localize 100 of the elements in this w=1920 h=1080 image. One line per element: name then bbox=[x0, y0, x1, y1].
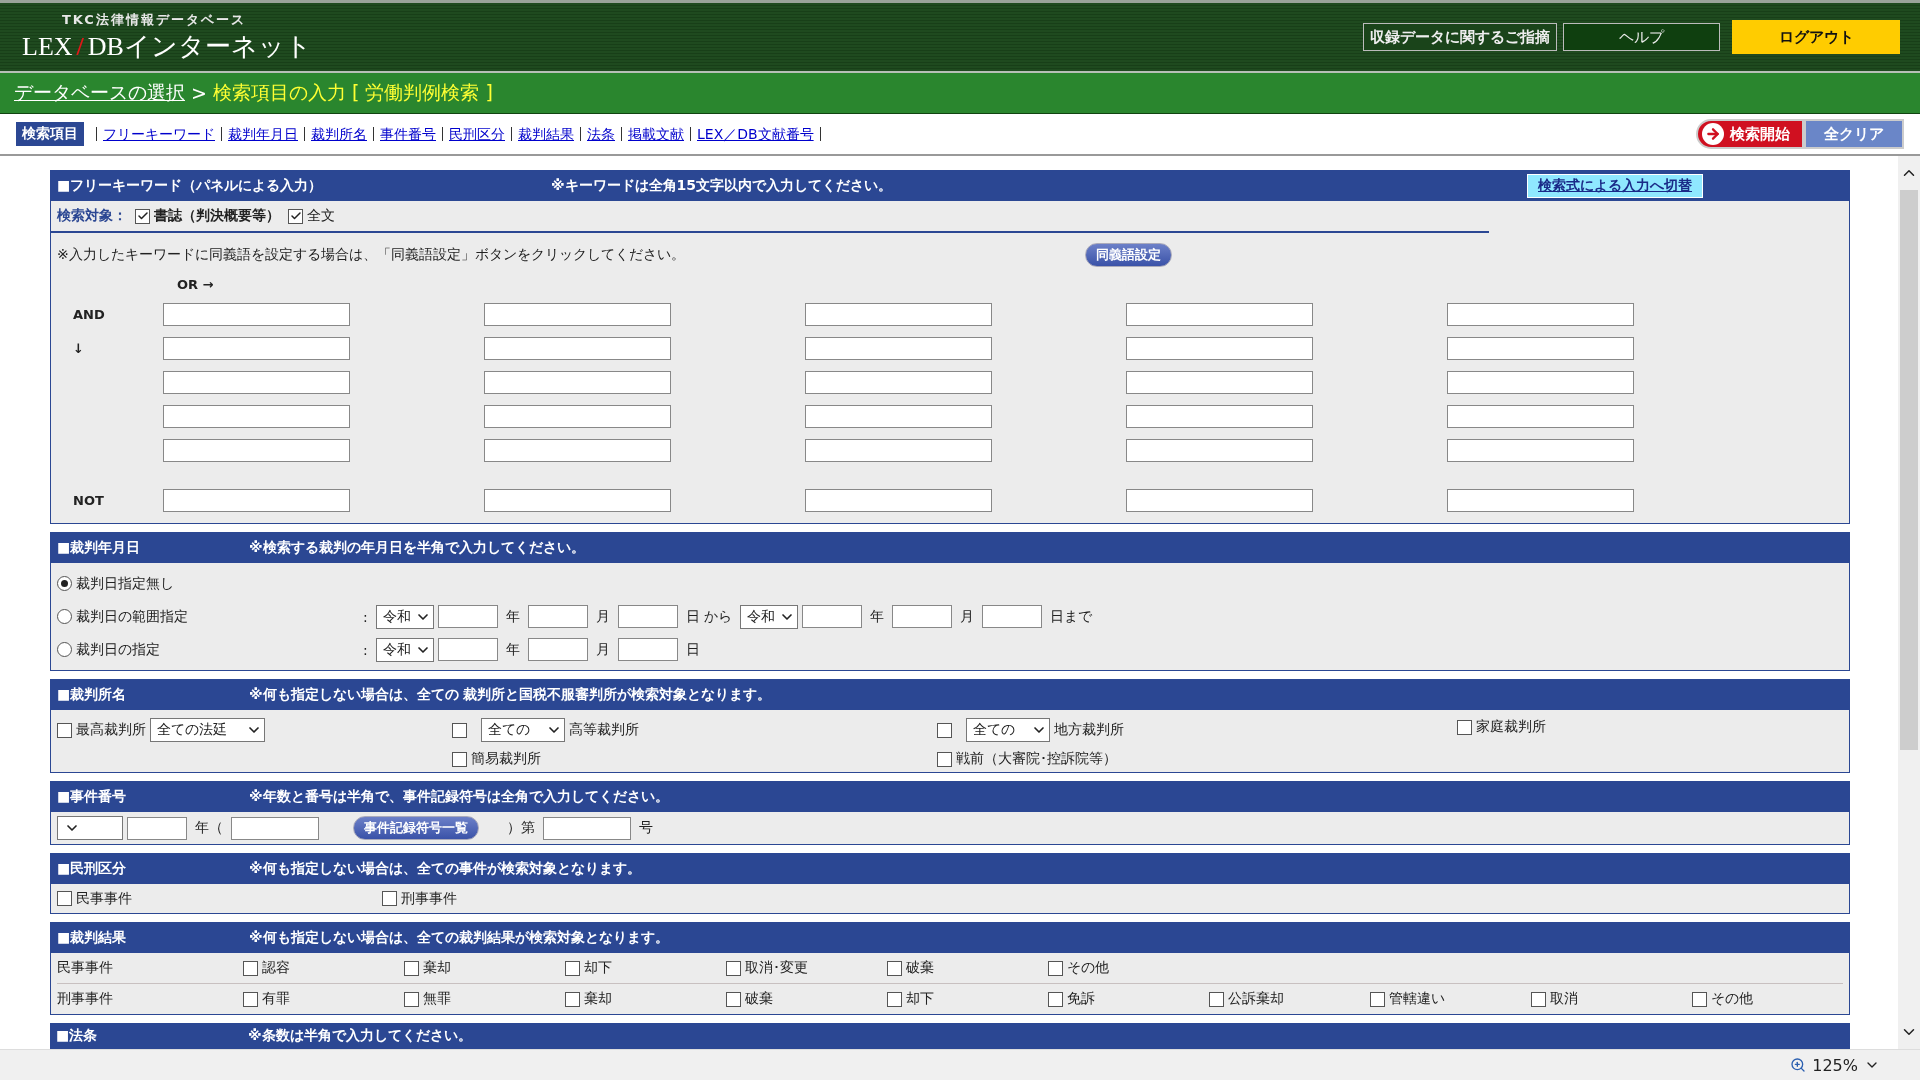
text-input[interactable] bbox=[543, 816, 631, 840]
checkbox[interactable] bbox=[726, 991, 741, 1007]
search-button[interactable]: 検索開始 bbox=[1696, 119, 1804, 149]
nav-link[interactable]: 裁判所名 bbox=[304, 127, 373, 141]
nav-link[interactable]: 裁判年月日 bbox=[221, 127, 304, 141]
checkbox[interactable] bbox=[57, 722, 72, 738]
checkbox[interactable] bbox=[1048, 991, 1063, 1007]
radio-button[interactable] bbox=[57, 609, 72, 624]
checkbox[interactable] bbox=[1048, 960, 1063, 976]
text-input[interactable] bbox=[617, 605, 678, 628]
checkbox[interactable] bbox=[1209, 991, 1224, 1007]
keyword-input[interactable] bbox=[805, 488, 992, 512]
keyword-input[interactable] bbox=[805, 302, 992, 326]
keyword-input[interactable] bbox=[484, 404, 671, 428]
checkbox[interactable] bbox=[937, 751, 952, 767]
header-button[interactable]: 収録データに関するご指摘 bbox=[1363, 23, 1557, 51]
case-code-list-button[interactable]: 事件記録符号一覧 bbox=[353, 816, 479, 840]
checkbox[interactable] bbox=[382, 891, 397, 906]
text-input[interactable] bbox=[527, 605, 588, 628]
keyword-input[interactable] bbox=[1447, 302, 1634, 326]
keyword-input[interactable] bbox=[1126, 438, 1313, 462]
text-input[interactable] bbox=[982, 605, 1043, 628]
keyword-input[interactable] bbox=[1447, 404, 1634, 428]
keyword-input[interactable] bbox=[1126, 488, 1313, 512]
text-input[interactable] bbox=[527, 638, 588, 661]
text-input[interactable] bbox=[437, 638, 498, 661]
checkbox[interactable] bbox=[243, 960, 258, 976]
keyword-input[interactable] bbox=[163, 404, 350, 428]
checkbox[interactable] bbox=[135, 208, 150, 224]
checkbox[interactable] bbox=[404, 991, 419, 1007]
dropdown[interactable]: 令和 bbox=[740, 604, 799, 629]
radio-button[interactable] bbox=[57, 576, 72, 591]
checkbox[interactable] bbox=[1692, 991, 1707, 1007]
keyword-input[interactable] bbox=[163, 302, 350, 326]
nav-link[interactable]: 掲載文献 bbox=[621, 127, 690, 141]
synonym-button[interactable]: 同義語設定 bbox=[1085, 243, 1172, 267]
keyword-input[interactable] bbox=[805, 370, 992, 394]
switch-input-button[interactable]: 検索式による入力へ切替 bbox=[1527, 174, 1703, 198]
keyword-input[interactable] bbox=[1126, 302, 1313, 326]
keyword-input[interactable] bbox=[1126, 370, 1313, 394]
checkbox[interactable] bbox=[565, 991, 580, 1007]
text-input[interactable] bbox=[892, 605, 953, 628]
keyword-input[interactable] bbox=[805, 336, 992, 360]
dropdown[interactable] bbox=[57, 816, 123, 840]
dropdown[interactable]: 全ての bbox=[481, 718, 565, 742]
keyword-input[interactable] bbox=[163, 488, 350, 512]
checkbox[interactable] bbox=[57, 891, 72, 906]
keyword-input[interactable] bbox=[805, 438, 992, 462]
nav-link[interactable]: LEX／DB文献番号 bbox=[690, 127, 820, 141]
checkbox[interactable] bbox=[726, 960, 741, 976]
keyword-input[interactable] bbox=[1447, 438, 1634, 462]
checkbox[interactable] bbox=[404, 960, 419, 976]
keyword-input[interactable] bbox=[163, 336, 350, 360]
scroll-thumb[interactable] bbox=[1900, 190, 1918, 750]
keyword-input[interactable] bbox=[484, 438, 671, 462]
checkbox[interactable] bbox=[1370, 991, 1385, 1007]
checkbox[interactable] bbox=[887, 991, 902, 1007]
nav-link[interactable]: フリーキーワード bbox=[96, 127, 221, 141]
checkbox-label: 公訴棄却 bbox=[1228, 990, 1284, 1008]
text-input[interactable] bbox=[802, 605, 863, 628]
checkbox[interactable] bbox=[1457, 719, 1472, 735]
text-input[interactable] bbox=[437, 605, 498, 628]
text-input[interactable] bbox=[231, 816, 319, 840]
dropdown[interactable]: 令和 bbox=[375, 637, 434, 662]
checkbox[interactable] bbox=[288, 208, 303, 224]
keyword-input[interactable] bbox=[163, 370, 350, 394]
text-input[interactable] bbox=[127, 816, 187, 840]
dropdown[interactable]: 全ての法廷 bbox=[150, 718, 265, 742]
keyword-input[interactable] bbox=[1447, 370, 1634, 394]
checkbox[interactable] bbox=[243, 991, 258, 1007]
zoom-level[interactable]: 125% bbox=[1812, 1055, 1858, 1075]
checkbox[interactable] bbox=[1531, 991, 1546, 1007]
checkbox[interactable] bbox=[452, 751, 467, 767]
text-input[interactable] bbox=[617, 638, 678, 661]
nav-link[interactable]: 法条 bbox=[580, 127, 621, 141]
nav-link[interactable]: 民刑区分 bbox=[442, 127, 511, 141]
keyword-input[interactable] bbox=[805, 404, 992, 428]
checkbox[interactable] bbox=[452, 722, 467, 738]
keyword-input[interactable] bbox=[1126, 336, 1313, 360]
checkbox[interactable] bbox=[565, 960, 580, 976]
checkbox[interactable] bbox=[887, 960, 902, 976]
keyword-input[interactable] bbox=[484, 336, 671, 360]
keyword-input[interactable] bbox=[484, 370, 671, 394]
keyword-input[interactable] bbox=[1447, 488, 1634, 512]
keyword-input[interactable] bbox=[163, 438, 350, 462]
checkbox[interactable] bbox=[937, 722, 952, 738]
nav-link[interactable]: 事件番号 bbox=[373, 127, 442, 141]
scrollbar[interactable] bbox=[1898, 156, 1920, 1049]
clear-button[interactable]: 全クリア bbox=[1804, 119, 1904, 149]
keyword-input[interactable] bbox=[1126, 404, 1313, 428]
keyword-input[interactable] bbox=[1447, 336, 1634, 360]
dropdown[interactable]: 令和 bbox=[375, 604, 434, 629]
header-button[interactable]: ログアウト bbox=[1732, 20, 1900, 54]
keyword-input[interactable] bbox=[484, 488, 671, 512]
keyword-input[interactable] bbox=[484, 302, 671, 326]
radio-button[interactable] bbox=[57, 642, 72, 657]
breadcrumb-link[interactable]: データベースの選択 bbox=[14, 80, 185, 106]
nav-link[interactable]: 裁判結果 bbox=[511, 127, 580, 141]
header-button[interactable]: ヘルプ bbox=[1563, 23, 1720, 51]
dropdown[interactable]: 全ての bbox=[966, 718, 1050, 742]
